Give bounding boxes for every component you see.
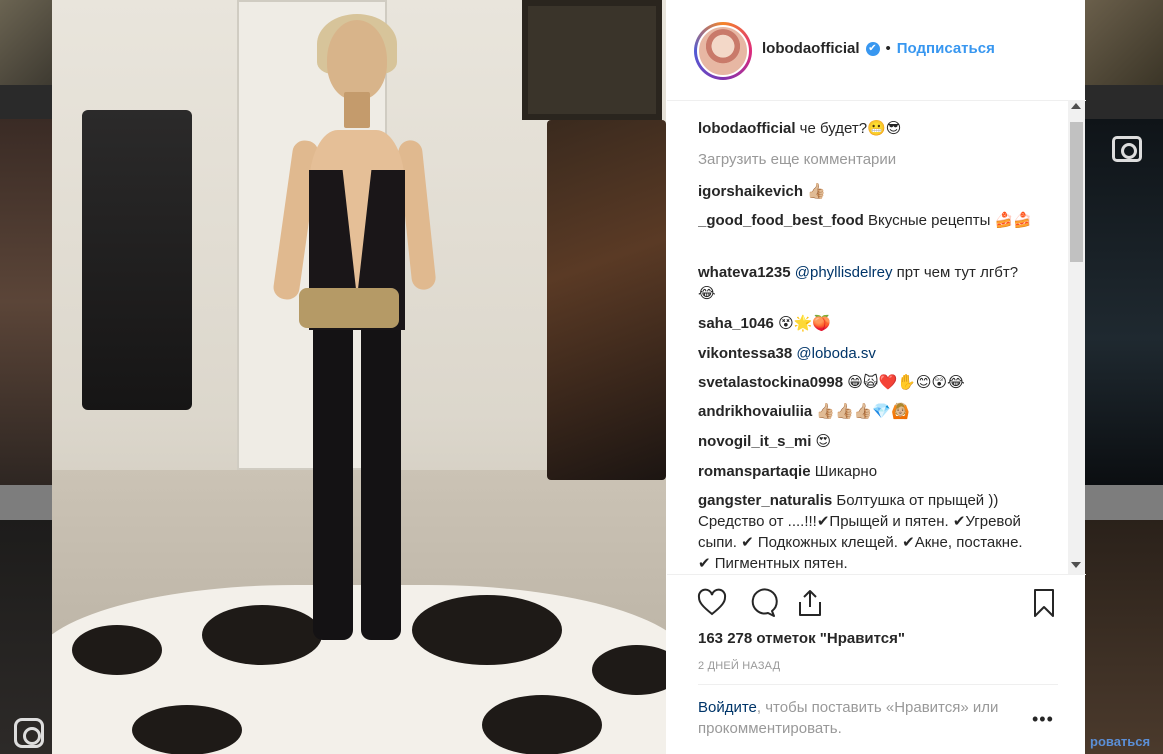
comment-caption: lobodaofficial че будет?😬😎 [698, 118, 1050, 139]
more-icon[interactable]: ••• [1032, 709, 1054, 730]
list-item: andrikhovaiuliia 👍🏼👍🏼👍🏼💎🙆🏼 [698, 401, 1050, 422]
list-item: saha_1046 😵🌟🍑 [698, 313, 1050, 334]
login-link[interactable]: Войдите [698, 699, 757, 716]
rug-spot [412, 595, 562, 665]
person-leg [313, 320, 353, 640]
comment-text: 👍🏼👍🏼👍🏼💎🙆🏼 [812, 403, 910, 420]
comment-text: Вкусные рецепты 🍰🍰 [863, 212, 1032, 229]
comments-scrollbar[interactable] [1068, 100, 1085, 574]
rug-spot [592, 645, 666, 695]
post-actions [696, 587, 1066, 619]
rug-spot [132, 705, 242, 754]
background-tile [1085, 485, 1163, 520]
comment-username[interactable]: andrikhovaiuliia [698, 403, 812, 420]
post-timestamp[interactable]: 2 дней назад [698, 660, 780, 672]
comment-username[interactable]: whateva1235 [698, 264, 791, 281]
header-username[interactable]: lobodaofficial [762, 40, 860, 57]
background-tile [1085, 85, 1163, 119]
comment-text: Шикарно [810, 463, 878, 480]
background-follow-text[interactable]: роваться [1090, 734, 1150, 749]
comment-username[interactable]: saha_1046 [698, 315, 774, 332]
comment-mention[interactable]: @phyllisdelrey [791, 264, 893, 281]
background-tile [0, 119, 52, 485]
bookmark-icon[interactable] [1028, 587, 1060, 619]
background-tile [0, 0, 52, 85]
rug-spot [482, 695, 602, 754]
list-item: whateva1235 @phyllisdelrey прт чем тут л… [698, 262, 1028, 304]
comments-list: lobodaofficial че будет?😬😎 Загрузить еще… [698, 112, 1064, 574]
person-head [327, 20, 387, 100]
background-tile [0, 85, 52, 119]
background-tile [1085, 520, 1163, 754]
list-item: igorshaikevich 👍🏼 [698, 181, 1050, 202]
share-icon[interactable] [794, 587, 826, 619]
footer-divider [698, 684, 1058, 685]
heart-icon[interactable] [696, 587, 728, 619]
avatar-image [697, 25, 749, 77]
comment-username[interactable]: lobodaofficial [698, 120, 796, 137]
camera-icon [1112, 136, 1142, 162]
person-belt [299, 288, 399, 328]
comment-text: 👍🏼 [803, 183, 826, 200]
comment-text: че будет?😬😎 [795, 120, 902, 137]
likes-count[interactable]: 163 278 отметок "Нравится" [698, 630, 905, 647]
photo-painting [522, 0, 662, 120]
header-divider [667, 100, 1086, 101]
rug-spot [72, 625, 162, 675]
header-separator: • [885, 40, 891, 57]
background-tile [1085, 0, 1163, 85]
person-leg [361, 320, 401, 640]
background-tile [0, 485, 52, 520]
photo-clothes-left [82, 110, 192, 410]
comment-icon[interactable] [746, 587, 778, 619]
comment-username[interactable]: romanspartaqie [698, 463, 811, 480]
photo-clothes-right [547, 120, 666, 480]
list-item: gangster_naturalis Болтушка от прыщей ))… [698, 490, 1038, 574]
photo-person [271, 14, 437, 670]
scroll-down-icon[interactable] [1071, 562, 1081, 568]
list-item: vikontessa38 @loboda.sv [698, 343, 1050, 364]
scroll-up-icon[interactable] [1071, 103, 1081, 109]
background-tile [1085, 119, 1163, 485]
verified-icon: ✔ [865, 41, 880, 56]
comment-text: 😍 [811, 433, 832, 450]
comment-username[interactable]: vikontessa38 [698, 345, 792, 362]
actions-divider [667, 574, 1086, 575]
comment-text: 😵🌟🍑 [773, 315, 832, 332]
list-item: svetalastockina0998 😁🙀❤️✋😊😲😂 [698, 372, 1050, 393]
list-item: _good_food_best_food Вкусные рецепты 🍰🍰 [698, 210, 1038, 231]
post-header: lobodaofficial ✔ • Подписаться [762, 40, 995, 57]
login-prompt: Войдите, чтобы поставить «Нравится» или … [698, 697, 1018, 739]
comment-username[interactable]: novogil_it_s_mi [698, 433, 811, 450]
avatar[interactable] [694, 22, 752, 80]
comment-username[interactable]: igorshaikevich [698, 183, 803, 200]
comment-username[interactable]: gangster_naturalis [698, 492, 832, 509]
comment-mention[interactable]: @loboda.sv [792, 345, 875, 362]
post-photo[interactable] [52, 0, 666, 754]
list-item: romanspartaqie Шикарно [698, 461, 1050, 482]
follow-button[interactable]: Подписаться [897, 40, 995, 57]
scroll-thumb[interactable] [1070, 122, 1083, 262]
person-cup [344, 92, 370, 128]
instagram-icon[interactable] [14, 718, 44, 748]
comment-username[interactable]: _good_food_best_food [698, 212, 864, 229]
list-item: novogil_it_s_mi 😍 [698, 431, 1050, 452]
comment-text: 😁🙀❤️✋😊😲😂 [843, 374, 965, 391]
load-more-comments-button[interactable]: Загрузить еще комментарии [698, 149, 1050, 170]
comment-username[interactable]: svetalastockina0998 [698, 374, 843, 391]
